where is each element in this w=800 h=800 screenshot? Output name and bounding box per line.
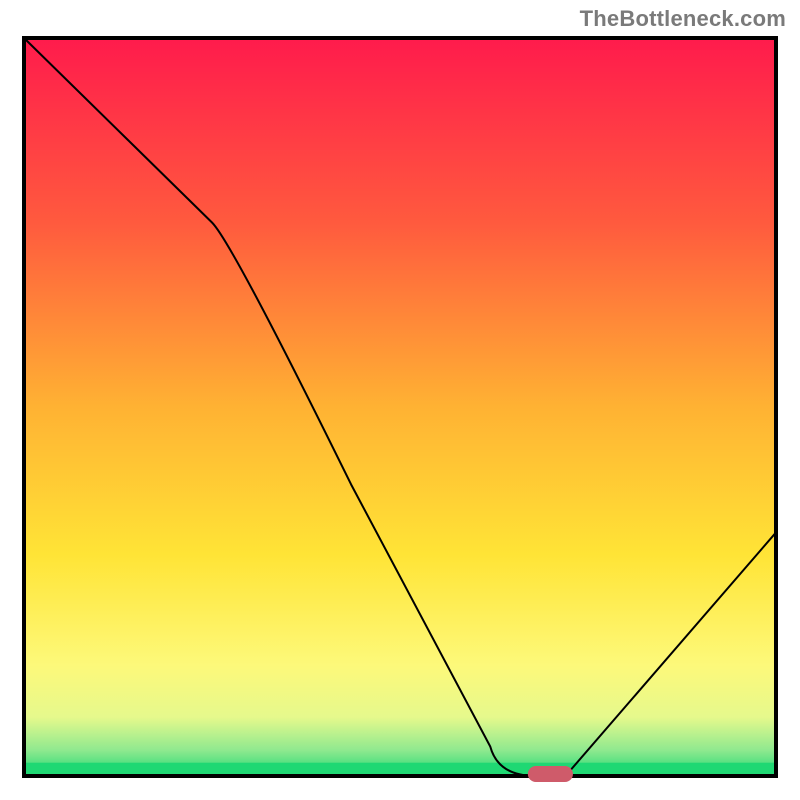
watermark-text: TheBottleneck.com — [580, 6, 786, 32]
chart-svg — [0, 0, 800, 800]
bottleneck-chart: TheBottleneck.com — [0, 0, 800, 800]
optimal-marker — [528, 766, 573, 782]
